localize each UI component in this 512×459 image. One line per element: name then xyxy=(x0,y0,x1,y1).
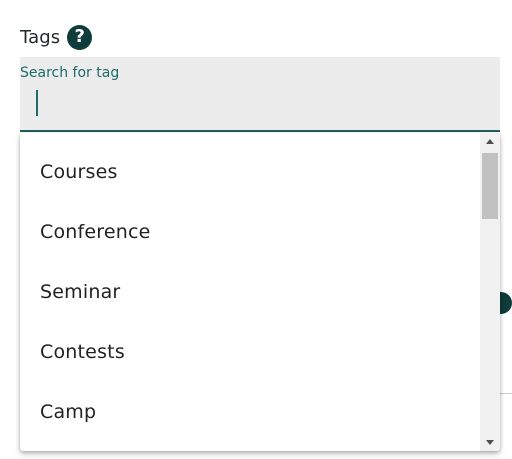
tags-header: Tags ? xyxy=(20,24,93,50)
scroll-thumb[interactable] xyxy=(482,153,498,219)
help-icon[interactable]: ? xyxy=(67,24,93,50)
text-caret xyxy=(36,90,38,116)
tag-option[interactable]: Conference xyxy=(20,202,480,262)
tag-dropdown: Courses Conference Seminar Contests Camp xyxy=(20,133,500,451)
scroll-up-icon[interactable] xyxy=(480,133,500,150)
search-label: Search for tag xyxy=(20,65,120,81)
tag-option[interactable]: Courses xyxy=(20,142,480,202)
page: Tags ? Search for tag Courses Conference… xyxy=(0,0,512,459)
tag-option[interactable]: Camp xyxy=(20,382,480,442)
dropdown-scrollbar[interactable] xyxy=(480,133,500,451)
tags-label: Tags xyxy=(20,26,61,48)
tag-options-list: Courses Conference Seminar Contests Camp xyxy=(20,133,480,451)
background-divider xyxy=(500,393,512,394)
search-input[interactable] xyxy=(35,88,485,114)
tag-option[interactable]: Seminar xyxy=(20,262,480,322)
search-field[interactable]: Search for tag xyxy=(20,57,500,132)
tag-option[interactable]: Contests xyxy=(20,322,480,382)
scroll-down-icon[interactable] xyxy=(480,434,500,451)
